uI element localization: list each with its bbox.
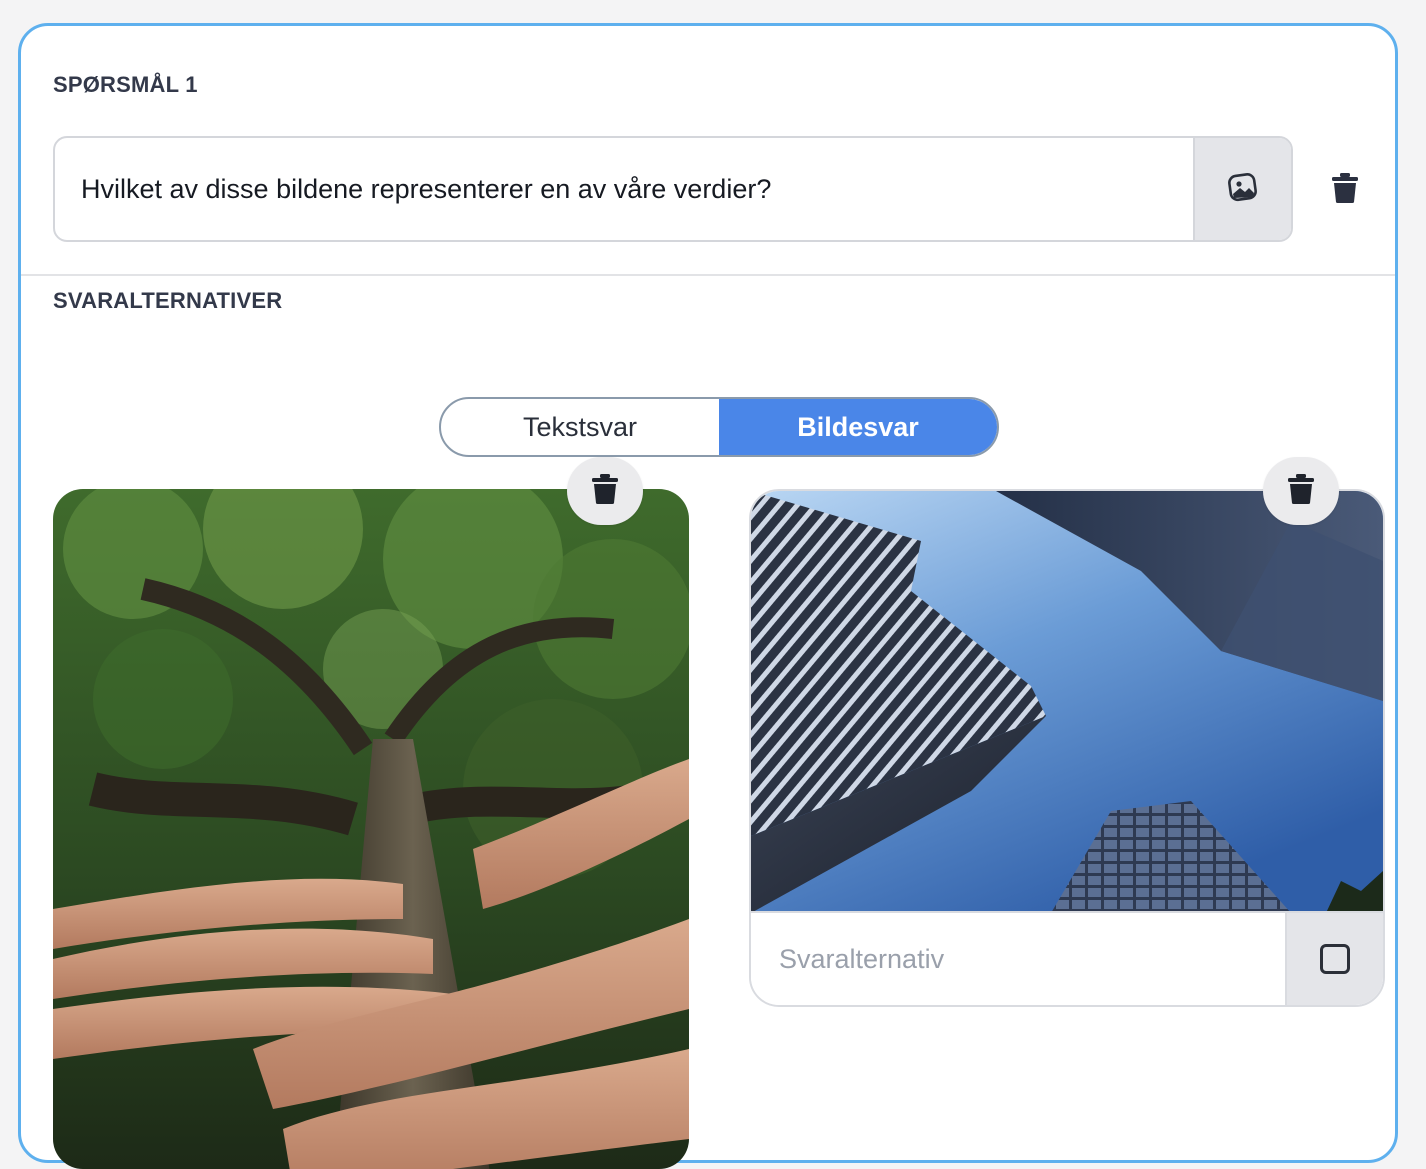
section-divider	[21, 274, 1395, 276]
answers-label: SVARALTERNATIVER	[53, 288, 283, 313]
image-icon	[1226, 170, 1260, 209]
trash-icon	[1287, 473, 1315, 510]
image-option-1[interactable]	[53, 489, 689, 1169]
question-text[interactable]: Hvilket av disse bildene representerer e…	[81, 138, 771, 240]
toggle-image-answer[interactable]: Bildesvar	[719, 399, 997, 455]
add-image-button[interactable]	[1193, 138, 1291, 240]
delete-image-option-1-button[interactable]	[567, 457, 643, 525]
toggle-text-answer[interactable]: Tekstsvar	[441, 399, 719, 455]
hands-on-tree-photo	[53, 489, 689, 1169]
delete-question-button[interactable]	[1327, 172, 1363, 208]
question-text-field[interactable]: Hvilket av disse bildene representerer e…	[53, 136, 1293, 242]
delete-image-option-2-button[interactable]	[1263, 457, 1339, 525]
question-label: SPØRSMÅL 1	[53, 72, 198, 97]
image-option-2[interactable]: Svaralternativ	[749, 489, 1385, 1007]
trash-icon	[591, 473, 619, 510]
question-card: SPØRSMÅL 1 Hvilket av disse bildene repr…	[18, 23, 1398, 1169]
trash-icon	[1331, 172, 1359, 209]
skyscrapers-photo	[751, 491, 1383, 913]
correct-answer-checkbox[interactable]	[1320, 944, 1350, 974]
image-option-2-answer-row: Svaralternativ	[751, 911, 1383, 1005]
correct-answer-toggle[interactable]	[1285, 913, 1383, 1005]
answer-text-input[interactable]: Svaralternativ	[779, 913, 944, 1005]
answer-type-toggle[interactable]: Tekstsvar Bildesvar	[439, 397, 999, 457]
